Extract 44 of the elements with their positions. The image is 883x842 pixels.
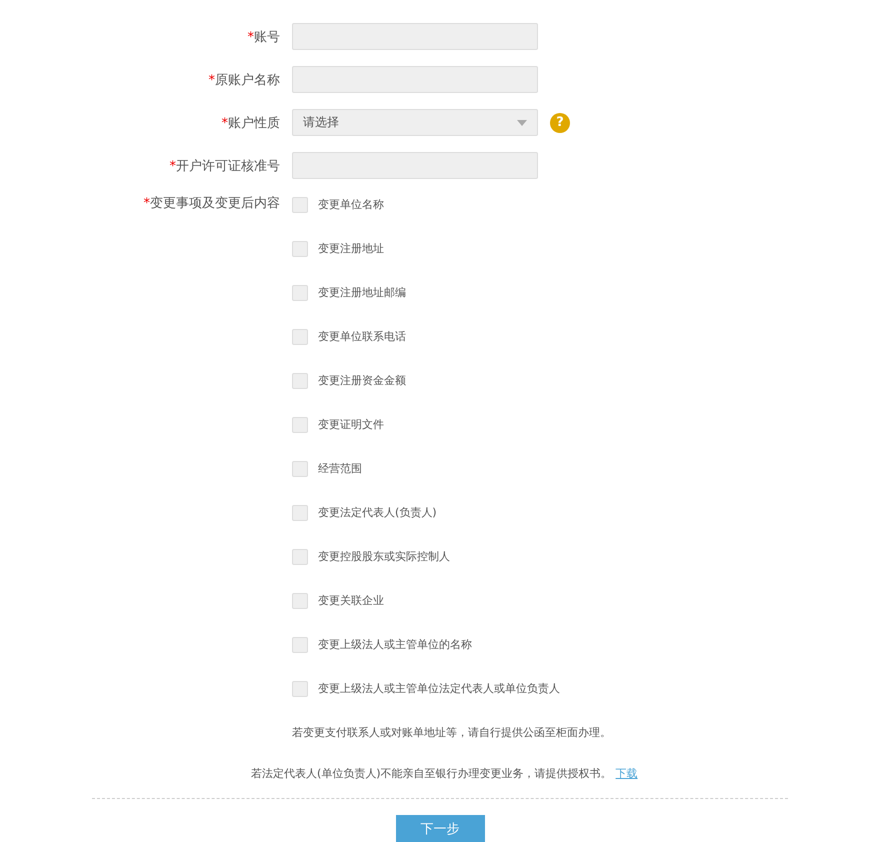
checkbox-label: 变更控股股东或实际控制人	[318, 549, 450, 564]
checkbox[interactable]	[292, 548, 308, 564]
checkbox-label: 变更关联企业	[318, 593, 384, 608]
required-mark: *	[208, 72, 215, 88]
checkbox-label: 变更单位联系电话	[318, 329, 406, 344]
checkbox[interactable]	[292, 460, 308, 476]
required-mark: *	[222, 116, 228, 130]
help-icon[interactable]: ?	[550, 112, 570, 132]
input-field[interactable]	[292, 66, 538, 93]
checkbox-label: 变更注册地址	[318, 241, 384, 256]
required-mark: *	[170, 158, 176, 174]
checkbox-label: 变更上级法人或主管单位的名称	[318, 637, 472, 652]
select-field[interactable]: 请选择	[292, 109, 538, 136]
checkbox[interactable]	[292, 680, 308, 696]
checkbox-label: 变更注册地址邮编	[318, 285, 406, 300]
field-label: 原账户名称	[215, 72, 280, 88]
checkbox-label: 变更注册资金金额	[318, 373, 406, 388]
input-field[interactable]	[292, 23, 538, 50]
field-label: 账号	[254, 30, 280, 44]
next-button[interactable]: 下一步	[396, 815, 484, 842]
checkbox-label: 变更单位名称	[318, 197, 384, 212]
checkbox[interactable]	[292, 284, 308, 300]
field-label: 账户性质	[228, 116, 280, 130]
checkbox[interactable]	[292, 240, 308, 256]
input-field[interactable]	[292, 152, 538, 179]
checkbox-label: 变更证明文件	[318, 417, 384, 432]
checkbox-label: 经营范围	[318, 461, 362, 476]
checkbox[interactable]	[292, 416, 308, 432]
caret-icon	[517, 120, 527, 126]
checkbox[interactable]	[292, 372, 308, 388]
checkbox[interactable]	[292, 504, 308, 520]
field-label: 变更事项及变更后内容	[150, 196, 280, 211]
checkbox-label: 变更法定代表人(负责人)	[318, 505, 437, 520]
checkbox-label: 变更上级法人或主管单位法定代表人或单位负责人	[318, 681, 560, 696]
checkbox[interactable]	[292, 328, 308, 344]
note-text: 若法定代表人(单位负责人)不能亲自至银行办理变更业务，请提供授权书。	[251, 766, 612, 781]
note-text: 若变更支付联系人或对账单地址等，请自行提供公函至柜面办理。	[292, 725, 612, 740]
required-mark: *	[144, 196, 150, 211]
checkbox[interactable]	[292, 196, 308, 212]
required-mark: *	[248, 30, 254, 44]
field-label: 开户许可证核准号	[176, 158, 280, 174]
checkbox[interactable]	[292, 636, 308, 652]
download-link[interactable]: 下载	[616, 766, 638, 781]
checkbox[interactable]	[292, 592, 308, 608]
